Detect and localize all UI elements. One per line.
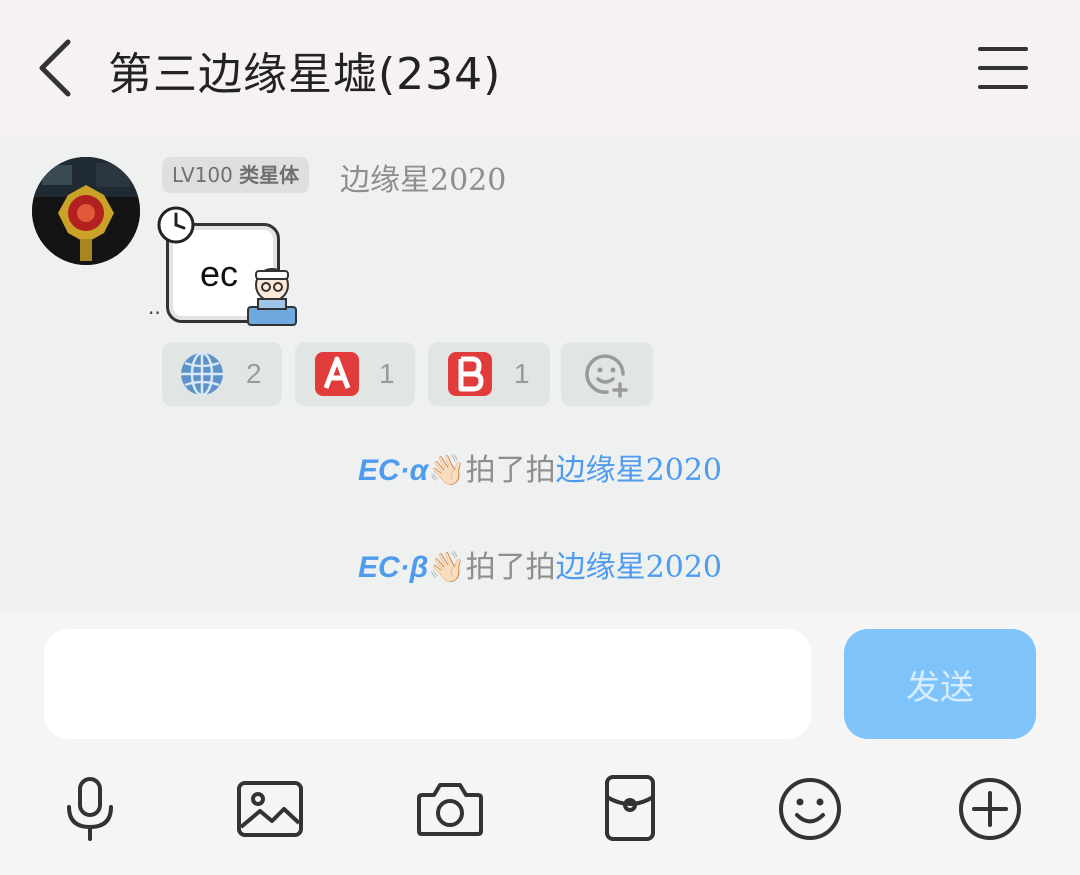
message-input[interactable]	[44, 629, 811, 739]
pat-target[interactable]: 边缘星2020	[556, 453, 722, 488]
chevron-left-icon	[39, 39, 71, 97]
reaction-count: 2	[246, 358, 262, 389]
avatar-image	[32, 157, 140, 265]
level-title: 类星体	[239, 163, 300, 187]
avatar[interactable]	[32, 157, 140, 265]
letter-b-icon	[448, 352, 492, 396]
clock-icon	[157, 206, 195, 244]
sticker-icon	[247, 268, 297, 326]
composer: 发送	[0, 613, 1080, 875]
wave-icon: 👋🏻	[428, 550, 466, 585]
reaction-a[interactable]: 1	[295, 342, 415, 406]
send-button[interactable]: 发送	[844, 629, 1036, 739]
emoji-icon[interactable]	[774, 773, 846, 845]
reaction-count: 1	[514, 358, 530, 389]
wave-icon: 👋🏻	[428, 453, 466, 488]
pat-action: 拍了拍	[465, 453, 556, 488]
page-title: 第三边缘星墟(234)	[108, 49, 502, 100]
reaction-count: 1	[379, 358, 395, 389]
message-text: ec	[200, 253, 239, 294]
bubble-dots: ··	[148, 301, 161, 325]
pat-notice: EC·α👋🏻拍了拍边缘星2020	[0, 445, 1080, 489]
message-bubble[interactable]: ec ··	[148, 205, 318, 335]
reaction-b[interactable]: 1	[428, 342, 550, 406]
pat-action: 拍了拍	[465, 550, 556, 585]
pat-notice: EC·β👋🏻拍了拍边缘星2020	[0, 542, 1080, 586]
pat-actor[interactable]: EC·β	[358, 551, 428, 584]
letter-a-icon	[315, 352, 359, 396]
menu-button[interactable]	[972, 44, 1034, 92]
plus-icon[interactable]	[954, 773, 1026, 845]
add-reaction-icon	[585, 354, 628, 398]
sender-name[interactable]: 边缘星2020	[340, 155, 506, 199]
add-reaction-button[interactable]	[561, 342, 653, 406]
reaction-globe[interactable]: 2	[162, 342, 282, 406]
back-button[interactable]	[30, 36, 86, 100]
chat-area[interactable]: LV100 类星体 边缘星2020 ec ·· 2 1 1 EC·α👋🏻拍了拍边…	[0, 135, 1080, 613]
level-badge: LV100 类星体	[162, 157, 310, 193]
top-bar: 第三边缘星墟(234)	[0, 0, 1080, 135]
level-number: LV100	[172, 163, 233, 187]
hamburger-icon	[978, 47, 1028, 89]
red-packet-icon[interactable]	[594, 773, 666, 845]
camera-icon[interactable]	[414, 773, 486, 845]
microphone-icon[interactable]	[54, 773, 126, 845]
image-icon[interactable]	[234, 773, 306, 845]
pat-target[interactable]: 边缘星2020	[556, 550, 722, 585]
pat-actor[interactable]: EC·α	[358, 454, 428, 487]
globe-icon	[181, 351, 223, 397]
